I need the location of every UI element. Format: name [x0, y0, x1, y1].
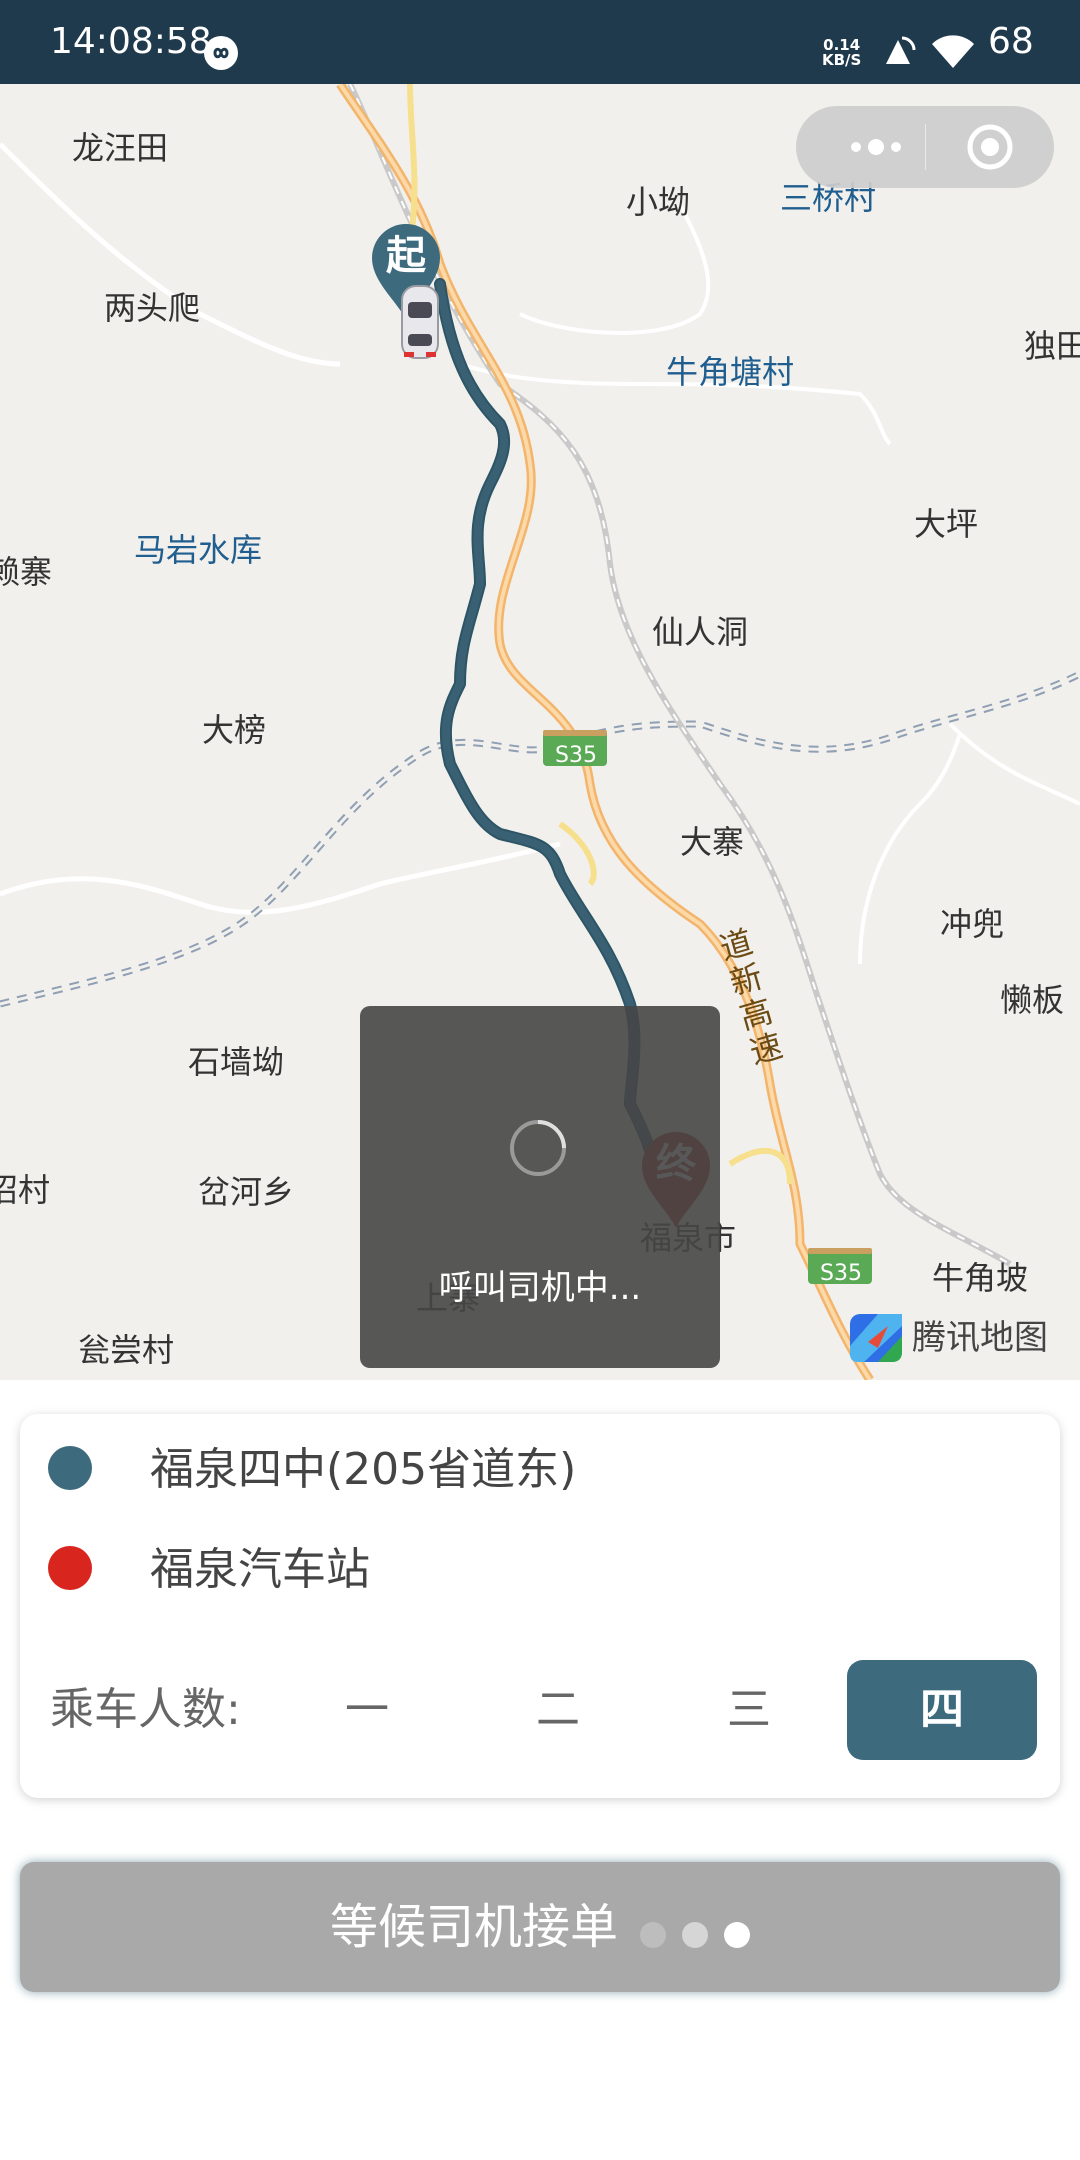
car-icon	[398, 280, 442, 362]
loading-toast: 呼叫司机中...	[360, 1006, 720, 1368]
status-bar: 14:08:58 0.14 KB/S 68	[0, 0, 1080, 84]
place-label: 懒板	[1000, 981, 1065, 1019]
place-label: 龙汪田	[72, 129, 169, 167]
place-label: 冲兜	[940, 905, 1005, 943]
place-label: 两头爬	[104, 289, 201, 327]
origin-dot-icon	[48, 1446, 92, 1490]
place-label: 仙人洞	[652, 613, 749, 651]
place-label: 赖寨	[0, 553, 53, 591]
passenger-option-4[interactable]: 四	[847, 1660, 1037, 1760]
origin-row[interactable]: 福泉四中(205省道东)	[20, 1428, 1060, 1508]
place-label: 牛角坡	[932, 1259, 1029, 1297]
network-speed-unit: KB/S	[822, 51, 862, 69]
vibrate-icon	[886, 36, 916, 64]
loading-dot	[682, 1922, 708, 1948]
map-provider-logo: 腾讯地图	[848, 1312, 1048, 1364]
spinner-icon	[508, 1118, 568, 1178]
origin-address: 福泉四中(205省道东)	[150, 1444, 577, 1495]
place-label: 石墙坳	[188, 1043, 285, 1081]
passenger-count-label: 乘车人数:	[50, 1684, 241, 1735]
target-circle-icon[interactable]	[966, 123, 1014, 171]
waiting-driver-button[interactable]: 等候司机接单	[20, 1862, 1060, 1992]
road-shield-label: S35	[820, 1261, 862, 1286]
place-label: 沼村	[0, 1171, 51, 1209]
more-dots-icon[interactable]	[824, 126, 924, 168]
passenger-option-2[interactable]: 二	[463, 1660, 653, 1760]
waiting-driver-label: 等候司机接单	[330, 1899, 619, 1955]
place-label: 马岩水库	[134, 531, 263, 569]
map-view[interactable]: S35 S35 道新高速 龙汪田 小坳 三桥村 两头爬 牛角塘村 独田 大坪 马…	[0, 84, 1080, 1380]
loading-dot	[724, 1922, 750, 1948]
place-label: 瓮尝村	[78, 1331, 175, 1369]
destination-address: 福泉汽车站	[150, 1544, 370, 1595]
place-label: 小坳	[626, 183, 691, 221]
network-speed: 0.14 KB/S	[822, 38, 861, 68]
place-label: 岔河乡	[198, 1173, 295, 1211]
place-label: 大榜	[202, 711, 267, 749]
loading-dot	[640, 1922, 666, 1948]
miniprogram-capsule	[796, 106, 1054, 188]
map-logo-text: 腾讯地图	[912, 1318, 1048, 1358]
wifi-icon	[932, 35, 974, 68]
toast-message: 呼叫司机中...	[438, 1268, 642, 1308]
place-label: 牛角塘村	[666, 353, 795, 391]
destination-dot-icon	[48, 1546, 92, 1590]
capsule-divider	[925, 124, 926, 170]
road-shield-label: S35	[555, 743, 597, 768]
place-label: 独田	[1024, 327, 1080, 365]
destination-row[interactable]: 福泉汽车站	[20, 1528, 1060, 1608]
place-label: 大寨	[680, 823, 745, 861]
place-label: 大坪	[914, 505, 979, 543]
battery-level: 68	[988, 21, 1034, 62]
passenger-option-3[interactable]: 三	[654, 1660, 844, 1760]
passenger-option-1[interactable]: 一	[272, 1660, 462, 1760]
tencent-map-icon	[850, 1314, 902, 1362]
infinity-loop-icon	[204, 36, 238, 70]
trip-card: 福泉四中(205省道东) 福泉汽车站 乘车人数: 一 二 三 四	[20, 1414, 1060, 1798]
status-time: 14:08:58	[50, 21, 212, 62]
start-marker-label: 起	[386, 233, 426, 279]
